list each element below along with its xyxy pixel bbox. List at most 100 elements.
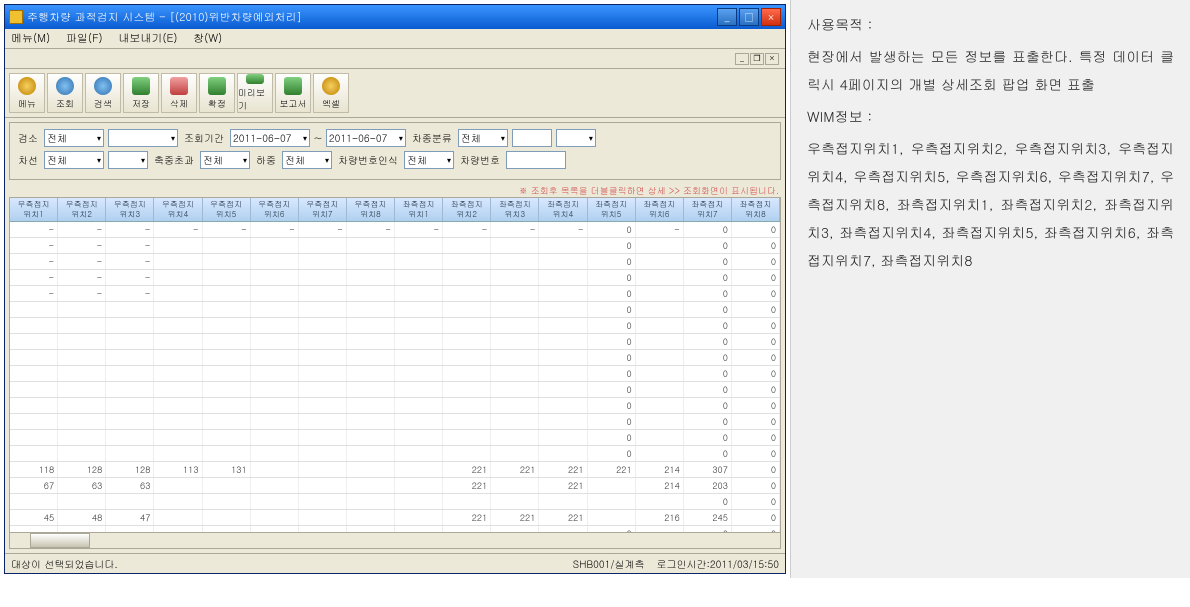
cell	[395, 302, 443, 317]
cell	[395, 238, 443, 253]
grid-body[interactable]: ------------0-00---000---000---000---000…	[10, 222, 780, 532]
cell	[203, 302, 251, 317]
tb-confirm[interactable]: 확정	[199, 73, 235, 113]
tb-query[interactable]: 조회	[47, 73, 83, 113]
site-select2[interactable]	[108, 129, 178, 147]
menu-window[interactable]: 창(W)	[193, 31, 222, 46]
col-header[interactable]: 우측접지 위치5	[203, 198, 251, 221]
hint-text: ※ 조회후 목록을 더블클릭하면 상세 >> 조회화면이 표시됩니다.	[5, 184, 779, 197]
doc-close[interactable]: ×	[765, 53, 779, 65]
tb-report[interactable]: 보고서	[275, 73, 311, 113]
scroll-thumb[interactable]	[30, 533, 90, 548]
cell	[58, 366, 106, 381]
col-header[interactable]: 좌측접지 위치7	[684, 198, 732, 221]
table-row[interactable]: 000	[10, 350, 780, 366]
col-header[interactable]: 좌측접지 위치2	[443, 198, 491, 221]
tb-excel[interactable]: 엑셀	[313, 73, 349, 113]
table-row[interactable]: 6763632212212142030	[10, 478, 780, 494]
site-select[interactable]: 전체	[44, 129, 104, 147]
col-header[interactable]: 우측접지 위치4	[154, 198, 202, 221]
tb-delete[interactable]: 삭제	[161, 73, 197, 113]
maximize-button[interactable]: □	[739, 8, 759, 26]
cell	[491, 382, 539, 397]
menu-export[interactable]: 내보내기(E)	[118, 31, 177, 46]
cell	[347, 494, 395, 509]
tb-menu[interactable]: 메뉴	[9, 73, 45, 113]
col-header[interactable]: 좌측접지 위치1	[395, 198, 443, 221]
col-header[interactable]: 우측접지 위치1	[10, 198, 58, 221]
table-row[interactable]: 000	[10, 318, 780, 334]
table-row[interactable]: 000	[10, 366, 780, 382]
axle-select[interactable]: 전체	[200, 151, 250, 169]
tb-preview[interactable]: 미리보기	[237, 73, 273, 113]
cell	[203, 286, 251, 301]
table-row[interactable]: 000	[10, 334, 780, 350]
col-header[interactable]: 우측접지 위치3	[106, 198, 154, 221]
close-button[interactable]: ×	[761, 8, 781, 26]
col-header[interactable]: 좌측접지 위치6	[636, 198, 684, 221]
table-row[interactable]: ------------0-00	[10, 222, 780, 238]
col-header[interactable]: 우측접지 위치8	[347, 198, 395, 221]
table-row[interactable]: ---000	[10, 270, 780, 286]
table-row[interactable]: 000	[10, 414, 780, 430]
cell: 0	[732, 350, 780, 365]
table-row[interactable]: 000	[10, 398, 780, 414]
tb-save[interactable]: 저장	[123, 73, 159, 113]
cell: -	[10, 238, 58, 253]
col-header[interactable]: 우측접지 위치6	[251, 198, 299, 221]
class-select[interactable]: 전체	[458, 129, 508, 147]
cell	[10, 494, 58, 509]
doc-minimize[interactable]: _	[735, 53, 749, 65]
table-row[interactable]: 1181281281131312212212212212143070	[10, 462, 780, 478]
cell	[154, 286, 202, 301]
table-row[interactable]: ---000	[10, 286, 780, 302]
tb-search[interactable]: 검색	[85, 73, 121, 113]
cell	[106, 414, 154, 429]
find-icon	[94, 77, 112, 95]
date-to[interactable]: 2011-06-07	[326, 129, 406, 147]
cell	[395, 366, 443, 381]
table-row[interactable]: 000	[10, 430, 780, 446]
minimize-button[interactable]: _	[717, 8, 737, 26]
cell: 0	[732, 510, 780, 525]
side-body1: 현장에서 발생하는 모든 정보를 표출한다. 특정 데이터 클릭시 4페이지의 …	[807, 42, 1174, 98]
lane-select2[interactable]	[108, 151, 148, 169]
table-row[interactable]: ---000	[10, 238, 780, 254]
lane-select[interactable]: 전체	[44, 151, 104, 169]
doc-restore[interactable]: ❐	[750, 53, 764, 65]
horizontal-scrollbar[interactable]	[10, 532, 780, 548]
cell	[636, 494, 684, 509]
table-row[interactable]: 00	[10, 494, 780, 510]
cell	[443, 334, 491, 349]
weight-select[interactable]: 전체	[282, 151, 332, 169]
table-row[interactable]: ---000	[10, 254, 780, 270]
class-input[interactable]	[512, 129, 552, 147]
col-header[interactable]: 좌측접지 위치3	[491, 198, 539, 221]
table-row[interactable]: 000	[10, 446, 780, 462]
table-row[interactable]: 000	[10, 526, 780, 532]
class-select2[interactable]	[556, 129, 596, 147]
col-header[interactable]: 좌측접지 위치4	[539, 198, 587, 221]
cell	[636, 302, 684, 317]
cell	[347, 382, 395, 397]
table-row[interactable]: 000	[10, 382, 780, 398]
plate-select[interactable]: 전체	[404, 151, 454, 169]
table-row[interactable]: 4548472212212212162450	[10, 510, 780, 526]
cell: -	[347, 222, 395, 237]
menu-menu[interactable]: 메뉴(M)	[11, 31, 50, 46]
date-from[interactable]: 2011-06-07	[230, 129, 310, 147]
col-header[interactable]: 좌측접지 위치5	[588, 198, 636, 221]
col-header[interactable]: 우측접지 위치7	[299, 198, 347, 221]
cell	[299, 414, 347, 429]
cell: 221	[491, 462, 539, 477]
cell	[154, 254, 202, 269]
col-header[interactable]: 좌측접지 위치8	[732, 198, 780, 221]
cell	[299, 526, 347, 532]
plateno-input[interactable]	[506, 151, 566, 169]
table-row[interactable]: 000	[10, 302, 780, 318]
cell	[10, 366, 58, 381]
col-header[interactable]: 우측접지 위치2	[58, 198, 106, 221]
cell	[395, 462, 443, 477]
cell: 0	[732, 462, 780, 477]
menu-file[interactable]: 파일(F)	[66, 31, 103, 46]
